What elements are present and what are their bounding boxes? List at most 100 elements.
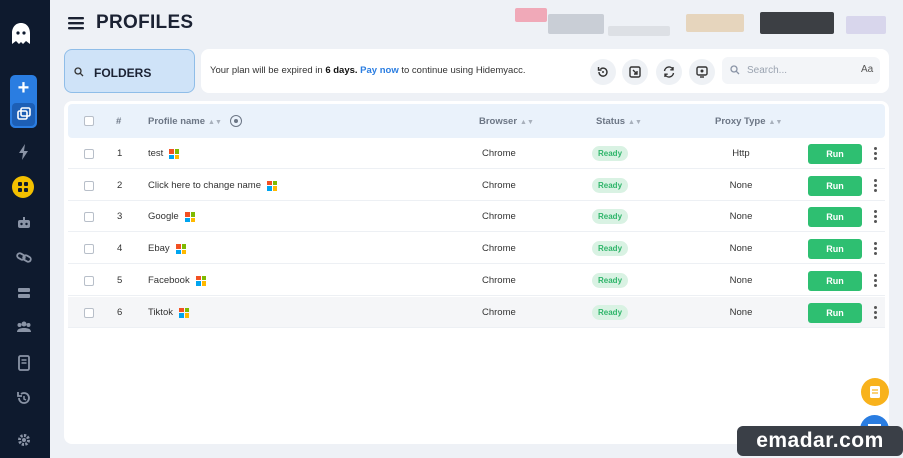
sync-button[interactable] (656, 59, 682, 85)
sort-icon: ▲▼ (628, 119, 642, 126)
profile-name[interactable]: Tiktok (148, 307, 173, 318)
robot-icon[interactable] (12, 211, 36, 235)
profile-name[interactable]: Click here to change name (148, 180, 261, 191)
lightning-icon[interactable] (12, 140, 36, 164)
row-checkbox[interactable] (84, 307, 94, 318)
server-icon[interactable] (12, 281, 36, 305)
table-row[interactable]: 2 Click here to change name Chrome Ready Non… (68, 170, 885, 201)
plan-notice: Your plan will be expired in 6 days. Pay… (210, 65, 526, 76)
browser-cell: Chrome (482, 148, 516, 159)
proxy-type: None (729, 211, 753, 223)
more-options-icon[interactable] (874, 178, 878, 193)
row-checkbox[interactable] (84, 275, 94, 286)
pay-now-link[interactable]: Pay now (360, 65, 399, 76)
ghost-icon[interactable] (10, 22, 32, 46)
import-button[interactable] (622, 59, 648, 85)
table-row[interactable]: 3 Google Chrome Ready None Run (68, 201, 885, 233)
proxy-type: Http (732, 148, 750, 159)
proxy-type: None (729, 243, 753, 255)
plus-icon[interactable]: + (10, 75, 37, 101)
proxy-type: None (729, 179, 753, 191)
run-button[interactable]: Run (808, 270, 862, 291)
search-box[interactable]: Aa (722, 57, 880, 84)
notes-button[interactable] (861, 378, 889, 406)
proxy-type: None (729, 306, 753, 318)
link-icon[interactable] (12, 245, 36, 269)
column-proxy-type[interactable]: Proxy Type ▲▼ (715, 116, 782, 127)
status-badge: Ready (592, 272, 629, 288)
row-index: 3 (117, 211, 123, 223)
row-index: 5 (117, 274, 123, 286)
select-all-checkbox[interactable] (84, 116, 94, 126)
row-checkbox[interactable] (84, 244, 94, 255)
status-badge: Ready (592, 304, 629, 320)
column-browser[interactable]: Browser ▲▼ (479, 116, 534, 127)
windows-icon (179, 307, 189, 318)
history-icon[interactable] (12, 386, 36, 410)
more-options-icon[interactable] (874, 305, 878, 320)
more-options-icon[interactable] (874, 210, 878, 224)
table-row[interactable]: 1 test Chrome Ready Http Run (68, 138, 885, 169)
add-column-icon[interactable] (230, 115, 242, 127)
column-status[interactable]: Status ▲▼ (596, 116, 642, 127)
sidebar: + (0, 0, 50, 458)
plan-bar: Your plan will be expired in 6 days. Pay… (201, 49, 889, 93)
more-options-icon[interactable] (874, 242, 878, 256)
restore-icon (597, 67, 608, 77)
sync-icon (663, 66, 675, 78)
profile-name[interactable]: Facebook (148, 275, 190, 286)
sort-icon: ▲▼ (768, 119, 783, 126)
column-profile-name[interactable]: Profile name ▲▼ (148, 116, 222, 127)
row-index: 4 (117, 243, 123, 255)
watermark: emadar.com (737, 426, 903, 456)
profile-name[interactable]: test (148, 148, 163, 159)
more-options-icon[interactable] (874, 147, 878, 161)
folders-label: FOLDERS (94, 66, 152, 80)
search-input[interactable] (747, 62, 851, 79)
row-checkbox[interactable] (84, 212, 94, 223)
folders-button[interactable]: FOLDERS (64, 49, 195, 93)
copy-profiles-icon[interactable] (12, 103, 35, 126)
table-row[interactable]: 5 Facebook Chrome Ready None Run (68, 265, 885, 296)
grid-icon (18, 182, 28, 192)
windows-icon (196, 275, 206, 286)
monitor-icon (696, 66, 708, 78)
proxy-type: None (729, 274, 753, 286)
table-row[interactable]: 4 Ebay Chrome Ready None Run (68, 233, 885, 265)
create-profile-group: + (10, 75, 37, 128)
status-badge: Ready (592, 209, 629, 225)
profile-name[interactable]: Ebay (148, 243, 170, 254)
settings-icon[interactable] (12, 428, 36, 452)
run-button[interactable]: Run (808, 207, 862, 228)
document-icon[interactable] (12, 351, 36, 375)
table-header: # Profile name ▲▼ Browser ▲▼ Status ▲▼ Prox… (68, 104, 885, 138)
column-index: # (116, 116, 122, 127)
windows-icon (169, 149, 179, 159)
row-checkbox[interactable] (84, 149, 94, 159)
row-index: 6 (117, 306, 123, 318)
menu-icon[interactable] (68, 15, 84, 31)
profiles-table: # Profile name ▲▼ Browser ▲▼ Status ▲▼ Prox… (64, 101, 889, 444)
windows-icon (176, 244, 186, 255)
search-icon (74, 67, 84, 77)
more-options-icon[interactable] (874, 273, 878, 288)
profile-name[interactable]: Google (148, 211, 179, 222)
run-button[interactable]: Run (808, 239, 862, 260)
browser-cell: Chrome (482, 211, 516, 223)
sidebar-item-profiles[interactable] (12, 176, 34, 198)
windows-icon (185, 212, 195, 223)
run-button[interactable]: Run (808, 302, 862, 323)
page-title: PROFILES (96, 12, 194, 33)
sort-icon: ▲▼ (208, 119, 222, 126)
run-button[interactable]: Run (808, 175, 862, 196)
browser-cell: Chrome (482, 179, 516, 191)
restore-button[interactable] (590, 59, 616, 85)
team-icon[interactable] (12, 315, 36, 339)
run-button[interactable]: Run (808, 144, 862, 164)
row-checkbox[interactable] (84, 180, 94, 191)
search-icon (730, 65, 740, 75)
table-row[interactable]: 6 Tiktok Chrome Ready None Run (68, 296, 885, 328)
monitor-button[interactable] (689, 59, 715, 85)
match-case-toggle[interactable]: Aa (861, 64, 873, 75)
row-index: 2 (117, 179, 123, 191)
